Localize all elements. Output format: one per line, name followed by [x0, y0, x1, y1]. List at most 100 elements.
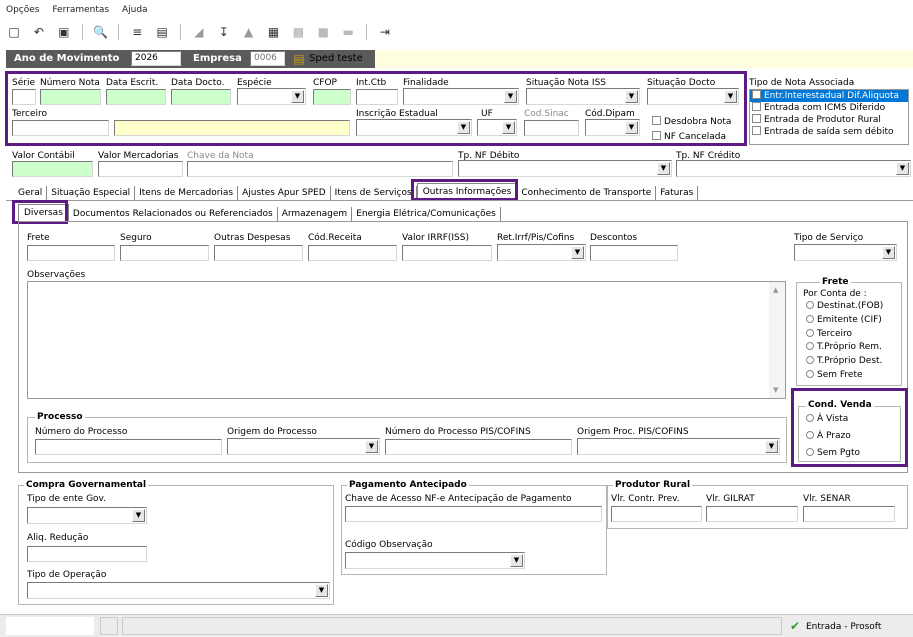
data-docto-field[interactable]	[171, 89, 231, 105]
subtab-armazenagem[interactable]: Armazenagem	[278, 207, 353, 221]
checkbox-icon[interactable]	[752, 102, 761, 111]
tab-itens-mercadorias[interactable]: Itens de Mercadorias	[135, 186, 239, 200]
radio-sem-frete[interactable]: Sem Frete	[806, 370, 863, 380]
chevron-down-icon[interactable]: ▼	[504, 90, 517, 103]
chevron-down-icon[interactable]: ▼	[657, 162, 670, 175]
tab-conhecimento-transporte[interactable]: Conhecimento de Transporte	[517, 186, 657, 200]
tab-geral[interactable]: Geral	[14, 186, 48, 200]
lock-icon[interactable]: ▲	[241, 24, 257, 40]
radio-a-vista[interactable]: À Vista	[806, 414, 848, 424]
radio-icon[interactable]	[806, 448, 814, 456]
terceiro-name-field[interactable]	[114, 120, 350, 136]
grid-icon[interactable]: ▩	[290, 24, 306, 40]
radio-icon[interactable]	[806, 301, 814, 309]
origem-processo-pis-select[interactable]: ▼	[577, 438, 780, 455]
cod-sinac-field[interactable]	[524, 120, 579, 136]
nf-cancelada-checkbox[interactable]: NF Cancelada	[652, 131, 726, 142]
chevron-down-icon[interactable]: ▼	[365, 440, 378, 453]
radio-icon[interactable]	[806, 356, 814, 364]
tab-faturas[interactable]: Faturas	[656, 186, 699, 200]
descontos-field[interactable]	[590, 245, 678, 261]
data-escrit-field[interactable]	[106, 89, 166, 105]
gilrat-field[interactable]	[706, 506, 798, 522]
radio-tproprio-rem[interactable]: T.Próprio Rem.	[806, 342, 882, 352]
radio-icon[interactable]	[806, 414, 814, 422]
print-preview-icon[interactable]: 🔍	[93, 24, 109, 40]
tipo-operacao-select[interactable]: ▼	[27, 582, 330, 599]
serie-field[interactable]	[12, 89, 36, 105]
checkbox-icon[interactable]	[752, 90, 761, 99]
chevron-down-icon[interactable]: ▼	[291, 90, 304, 103]
checkbox-icon[interactable]	[752, 126, 761, 135]
exit-icon[interactable]: ⇥	[377, 24, 393, 40]
situacao-docto-select[interactable]: ▼	[647, 88, 739, 105]
tipo-ente-select[interactable]: ▼	[27, 507, 147, 524]
radio-icon[interactable]	[806, 370, 814, 378]
chevron-down-icon[interactable]: ▼	[765, 440, 778, 453]
subtab-energia-eletrica[interactable]: Energia Elétrica/Comunicações	[352, 207, 501, 221]
radio-a-prazo[interactable]: À Prazo	[806, 431, 851, 441]
numero-processo-field[interactable]	[35, 439, 222, 455]
cfop-field[interactable]	[313, 89, 351, 105]
tab-itens-servicos[interactable]: Itens de Serviços	[331, 186, 417, 200]
radio-icon[interactable]	[806, 315, 814, 323]
radio-icon[interactable]	[806, 329, 814, 337]
frete-field[interactable]	[27, 245, 115, 261]
tab-ajustes-sped[interactable]: Ajustes Apur SPED	[238, 186, 331, 200]
menu-opcoes[interactable]: Opções	[6, 5, 39, 15]
radio-emitente-cif[interactable]: Emitente (CIF)	[806, 315, 882, 325]
empresa-code-field[interactable]: 0006	[250, 51, 285, 66]
int-ctb-field[interactable]	[356, 89, 398, 105]
valor-mercadorias-field[interactable]	[98, 161, 183, 177]
tab-situacao-especial[interactable]: Situação Especial	[47, 186, 136, 200]
radio-icon[interactable]	[806, 431, 814, 439]
chevron-down-icon[interactable]: ▼	[571, 246, 584, 259]
chevron-down-icon[interactable]: ▼	[132, 509, 145, 522]
desdobra-nota-checkbox[interactable]: Desdobra Nota	[652, 116, 731, 127]
ano-movimento-field[interactable]: 2026	[131, 51, 181, 66]
chevron-down-icon[interactable]: ▼	[502, 121, 515, 134]
origem-processo-select[interactable]: ▼	[227, 438, 380, 455]
calculator-icon[interactable]: ▦	[266, 24, 282, 40]
dash-icon[interactable]: ▬	[340, 24, 356, 40]
chevron-down-icon[interactable]: ▼	[896, 162, 909, 175]
folder-open-icon[interactable]: ▤	[291, 51, 307, 67]
outras-despesas-field[interactable]	[214, 245, 303, 261]
especie-select[interactable]: ▼	[237, 88, 306, 105]
numero-processo-pis-field[interactable]	[385, 439, 572, 455]
tipo-nota-item[interactable]: Entrada de saída sem débito	[750, 126, 908, 138]
scroll-up-icon[interactable]: ▲	[773, 286, 778, 294]
aliq-reducao-field[interactable]	[27, 546, 147, 562]
ret-irrf-select[interactable]: ▼	[497, 244, 586, 261]
valor-irrf-field[interactable]	[402, 245, 492, 261]
chevron-down-icon[interactable]: ▼	[882, 246, 895, 259]
contr-prev-field[interactable]	[611, 506, 702, 522]
checkbox-icon[interactable]	[752, 114, 761, 123]
chevron-down-icon[interactable]: ▼	[510, 554, 523, 567]
list-icon[interactable]: ≡	[129, 24, 145, 40]
cod-receita-field[interactable]	[308, 245, 397, 261]
chave-nota-field[interactable]	[187, 161, 453, 177]
tp-nf-debito-select[interactable]: ▼	[458, 160, 672, 177]
copy-icon[interactable]: ▤	[154, 24, 170, 40]
codigo-observacao-select[interactable]: ▼	[345, 552, 525, 569]
save-icon[interactable]: ▣	[56, 24, 72, 40]
chevron-down-icon[interactable]: ▼	[724, 90, 737, 103]
uf-select[interactable]: ▼	[477, 119, 517, 136]
radio-sem-pgto[interactable]: Sem Pgto	[806, 448, 860, 458]
checkbox-icon[interactable]	[652, 131, 661, 140]
subtab-documentos-relacionados[interactable]: Documentos Relacionados ou Referenciados	[69, 207, 278, 221]
tp-nf-credito-select[interactable]: ▼	[676, 160, 911, 177]
block-icon[interactable]: ■	[315, 24, 331, 40]
numero-nota-field[interactable]	[40, 89, 101, 105]
inscricao-estadual-select[interactable]: ▼	[356, 119, 472, 136]
finalidade-select[interactable]: ▼	[403, 88, 519, 105]
undo-icon[interactable]: ↶	[31, 24, 47, 40]
tipo-nota-item[interactable]: Entrada com ICMS Diferido	[750, 102, 908, 114]
seguro-field[interactable]	[120, 245, 209, 261]
radio-terceiro[interactable]: Terceiro	[806, 329, 852, 339]
scroll-down-icon[interactable]: ▼	[773, 386, 778, 394]
radio-icon[interactable]	[806, 342, 814, 350]
observacoes-scrollbar[interactable]: ▲ ▼	[769, 282, 785, 398]
terceiro-code-field[interactable]	[12, 120, 109, 136]
